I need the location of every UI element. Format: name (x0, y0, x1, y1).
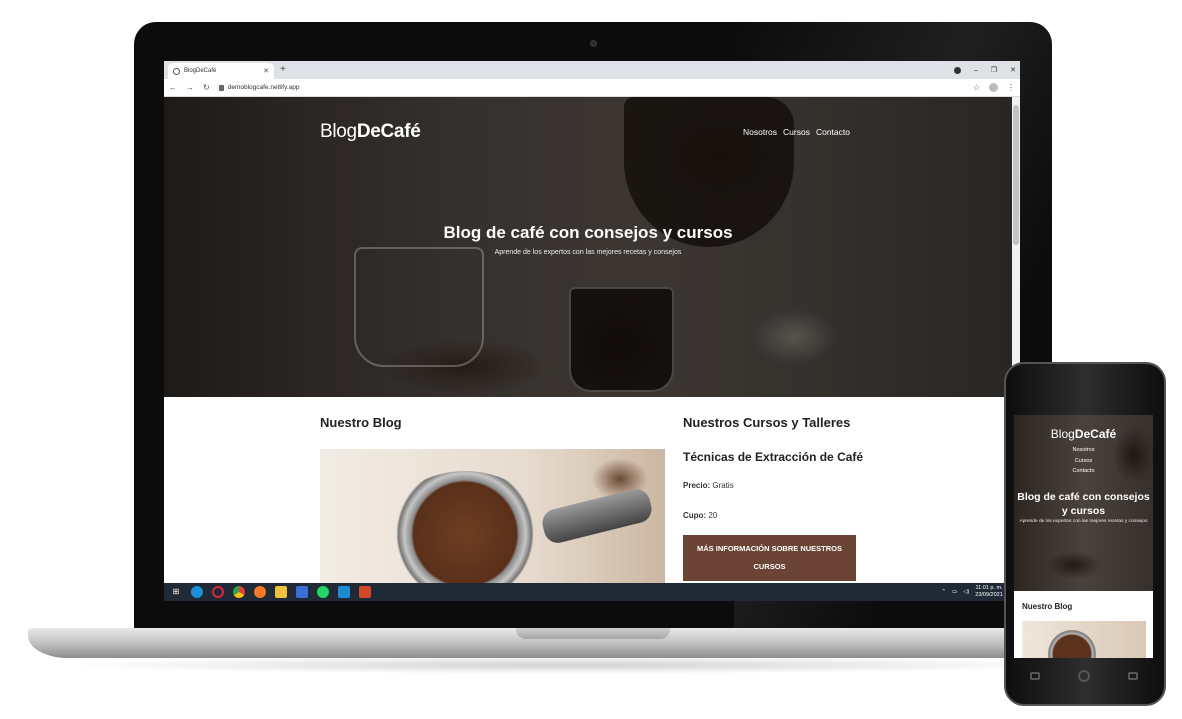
window-controls: – ❐ ✕ (953, 63, 1016, 77)
portafilter-handle-graphic (539, 486, 655, 546)
address-bar[interactable]: demoblogcafe.netlify.app (218, 84, 964, 91)
whatsapp-icon[interactable] (317, 586, 329, 598)
browser-tab[interactable]: BlogDeCafé ✕ (168, 63, 274, 79)
price-value: Gratis (712, 481, 734, 490)
powerpoint-icon[interactable] (359, 586, 371, 598)
network-icon[interactable]: ▭ (952, 589, 957, 595)
logo-regular-text: Blog (320, 121, 357, 142)
close-tab-icon[interactable]: ✕ (263, 67, 269, 75)
mobile-logo-bold-text: DeCafé (1074, 427, 1117, 441)
mobile-site-nav: Nosotros Cursos Contacto (1014, 445, 1153, 477)
opera-icon[interactable] (212, 586, 224, 598)
windows-start-icon[interactable]: ⊞ (170, 586, 182, 598)
course-title: Técnicas de Extracción de Café (683, 450, 864, 464)
quota-value: 20 (708, 511, 718, 520)
mobile-hero-subtitle: Aprende de los expertos con las mejores … (1019, 519, 1148, 524)
main-content: Nuestro Blog Nuestros Cursos y Talleres … (164, 397, 1012, 583)
forward-icon[interactable]: → (186, 83, 194, 92)
nav-link-nosotros[interactable]: Nosotros (743, 127, 777, 137)
reload-icon[interactable]: ↻ (203, 83, 210, 92)
profile-avatar-icon[interactable] (989, 83, 998, 92)
laptop-screen: BlogDeCafé ✕ + – ❐ ✕ ← → ↻ demoblogcafe.… (164, 61, 1020, 601)
record-icon[interactable] (953, 66, 961, 74)
new-tab-button[interactable]: + (280, 64, 286, 76)
menu-kebab-icon[interactable]: ⋮ (1007, 83, 1015, 92)
price-label: Precio: (683, 481, 711, 490)
mobile-nav-link-contacto[interactable]: Contacto (1014, 466, 1153, 477)
edge-icon[interactable] (191, 586, 203, 598)
phone-hardware-buttons (1030, 670, 1138, 682)
hero-section: BlogDeCafé Nosotros Cursos Contacto Blog… (164, 97, 1012, 397)
browser-tabbar: BlogDeCafé ✕ + – ❐ ✕ (164, 61, 1020, 79)
phone-back-icon[interactable] (1128, 672, 1138, 680)
scrollbar-thumb[interactable] (1013, 105, 1019, 245)
mobile-nav-link-nosotros[interactable]: Nosotros (1014, 445, 1153, 456)
browser-toolbar: ← → ↻ demoblogcafe.netlify.app ☆ ⋮ (164, 79, 1020, 97)
site-logo[interactable]: BlogDeCafé (320, 121, 421, 143)
minimize-icon[interactable]: – (974, 67, 978, 74)
mobile-hero-section: BlogDeCafé Nosotros Cursos Contacto Blog… (1014, 415, 1153, 591)
phone-screen: BlogDeCafé Nosotros Cursos Contacto Blog… (1014, 415, 1153, 658)
nav-link-contacto[interactable]: Contacto (816, 127, 850, 137)
mockup-stage: BlogDeCafé ✕ + – ❐ ✕ ← → ↻ demoblogcafe.… (0, 0, 1182, 719)
url-text: demoblogcafe.netlify.app (227, 84, 300, 91)
site-nav: Nosotros Cursos Contacto (743, 127, 850, 137)
hero-mug-image (354, 247, 484, 367)
blog-post-image[interactable] (320, 449, 665, 583)
mobile-nav-link-cursos[interactable]: Cursos (1014, 456, 1153, 467)
web-page: BlogDeCafé Nosotros Cursos Contacto Blog… (164, 97, 1020, 583)
quota-label: Cupo: (683, 511, 707, 520)
windows-taskbar: ⊞ ⌃ ▭ ◁) 11:01 p. m. 23/09/2021 ▢ (164, 583, 1020, 601)
laptop-camera (590, 40, 597, 47)
restore-icon[interactable]: ❐ (991, 66, 997, 74)
globe-icon (173, 67, 180, 75)
mobile-blog-post-image[interactable] (1022, 621, 1146, 658)
taskbar-clock[interactable]: 11:01 p. m. 23/09/2021 (975, 585, 1003, 599)
tray-chevron-icon[interactable]: ⌃ (941, 589, 946, 595)
logo-bold-text: DeCafé (356, 121, 421, 142)
phone-menu-icon[interactable] (1030, 672, 1040, 680)
blog-heading: Nuestro Blog (320, 415, 402, 430)
hero-subtitle: Aprende de los expertos con las mejores … (494, 249, 682, 256)
mobile-logo-regular-text: Blog (1050, 427, 1075, 441)
nav-link-cursos[interactable]: Cursos (783, 127, 810, 137)
laptop-shadow (60, 656, 1080, 674)
clock-time: 11:01 p. m. (975, 585, 1003, 591)
course-price: Precio: Gratis (683, 481, 734, 490)
close-window-icon[interactable]: ✕ (1010, 66, 1016, 74)
firefox-icon[interactable] (254, 586, 266, 598)
toolbar-right: ☆ ⋮ (973, 83, 1015, 92)
mobile-blog-heading: Nuestro Blog (1022, 602, 1073, 611)
mobile-site-logo[interactable]: BlogDeCafé (1014, 427, 1153, 441)
phone-home-icon[interactable] (1078, 670, 1090, 682)
vscode-icon[interactable] (338, 586, 350, 598)
chrome-icon[interactable] (233, 586, 245, 598)
clock-date: 23/09/2021 (975, 592, 1003, 598)
hero-coffee-cup-image (569, 287, 674, 392)
hero-title: Blog de café con consejos y cursos (443, 223, 733, 242)
more-info-courses-button[interactable]: Más información sobre nuestros cursos (683, 535, 856, 581)
file-explorer-icon[interactable] (275, 586, 287, 598)
lock-icon (218, 84, 224, 91)
mobile-hero-title: Blog de café con consejos y cursos (1017, 491, 1150, 517)
laptop-notch (516, 628, 670, 639)
portafilter-graphic (380, 471, 550, 583)
store-icon[interactable] (296, 586, 308, 598)
courses-heading: Nuestros Cursos y Talleres (683, 415, 851, 430)
volume-icon[interactable]: ◁) (963, 589, 969, 595)
bookmark-star-icon[interactable]: ☆ (973, 83, 980, 92)
course-quota: Cupo: 20 (683, 511, 717, 520)
back-icon[interactable]: ← (169, 83, 177, 92)
tab-title: BlogDeCafé (184, 68, 217, 74)
